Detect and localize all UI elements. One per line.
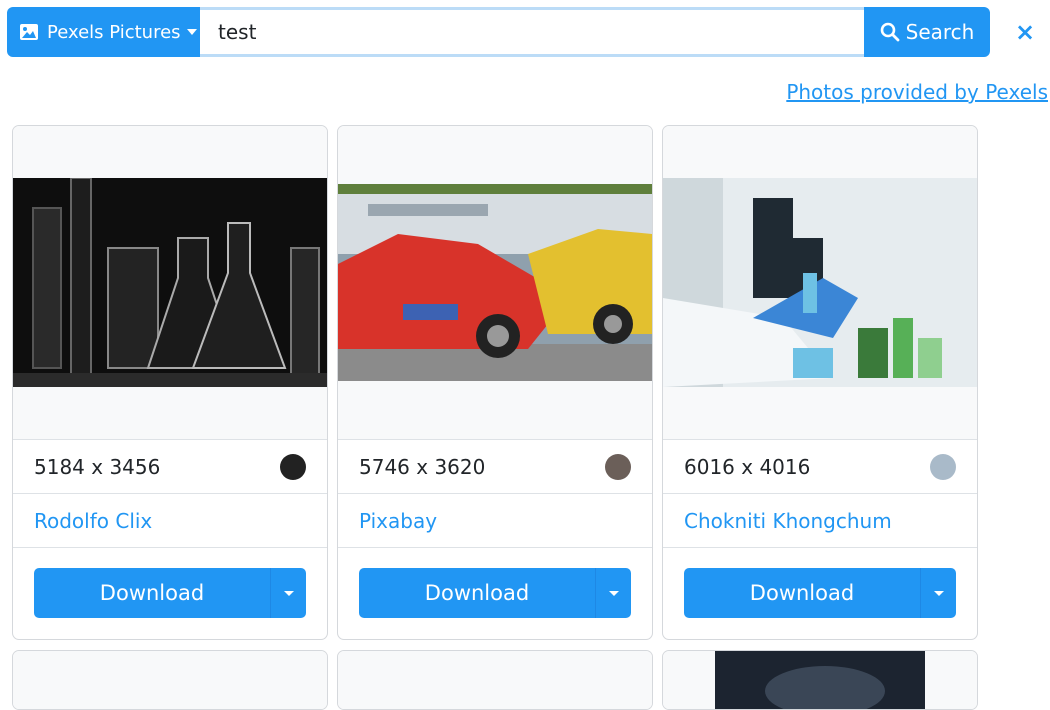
download-button-group: Download [34, 568, 306, 618]
photo-dimensions: 5746 x 3620 [359, 454, 486, 479]
chevron-down-icon [608, 590, 619, 596]
photo-card: 5184 x 3456 Rodolfo Clix Download [12, 125, 328, 640]
color-swatch [930, 453, 956, 480]
download-button[interactable]: Download [684, 568, 920, 618]
photo-card [662, 650, 978, 710]
download-button-group: Download [359, 568, 631, 618]
search-input[interactable] [200, 7, 864, 57]
download-options-toggle[interactable] [595, 568, 631, 618]
chevron-down-icon [186, 29, 197, 35]
photo-car-crash-test [338, 184, 652, 381]
photo-lab-glassware [13, 178, 327, 387]
source-label: Pexels Pictures [47, 21, 181, 43]
search-icon [880, 22, 900, 42]
color-swatch [605, 453, 631, 480]
photo-card: 6016 x 4016 Chokniti Khongchum Download [662, 125, 978, 640]
download-button[interactable]: Download [359, 568, 595, 618]
download-button-group: Download [684, 568, 956, 618]
close-icon[interactable]: × [1013, 17, 1037, 47]
photo-dimensions: 5184 x 3456 [34, 454, 161, 479]
photo-card: 5746 x 3620 Pixabay Download [337, 125, 653, 640]
photo-dimensions: 6016 x 4016 [684, 454, 811, 479]
photo-image-container[interactable] [338, 126, 652, 440]
photo-card [337, 650, 653, 710]
search-button-label: Search [905, 20, 975, 44]
pexels-credit-link[interactable]: Photos provided by Pexels [786, 80, 1048, 104]
photo-author-link[interactable]: Pixabay [338, 494, 652, 548]
image-icon [20, 24, 38, 40]
photo-meta-row: 5184 x 3456 [13, 440, 327, 494]
photo-author-link[interactable]: Chokniti Khongchum [663, 494, 977, 548]
search-bar: Pexels Pictures Search [7, 7, 990, 57]
color-swatch [280, 453, 306, 480]
photo-card [12, 650, 328, 710]
photo-author-link[interactable]: Rodolfo Clix [13, 494, 327, 548]
download-button[interactable]: Download [34, 568, 270, 618]
chevron-down-icon [933, 590, 944, 596]
photo-scientist-lab [663, 178, 977, 387]
photo-image-container[interactable] [13, 126, 327, 440]
source-dropdown-button[interactable]: Pexels Pictures [7, 7, 200, 57]
photo-meta-row: 6016 x 4016 [663, 440, 977, 494]
chevron-down-icon [283, 590, 294, 596]
download-options-toggle[interactable] [270, 568, 306, 618]
photo-image-container[interactable] [663, 126, 977, 440]
download-options-toggle[interactable] [920, 568, 956, 618]
photo-meta-row: 5746 x 3620 [338, 440, 652, 494]
search-button[interactable]: Search [864, 7, 990, 57]
